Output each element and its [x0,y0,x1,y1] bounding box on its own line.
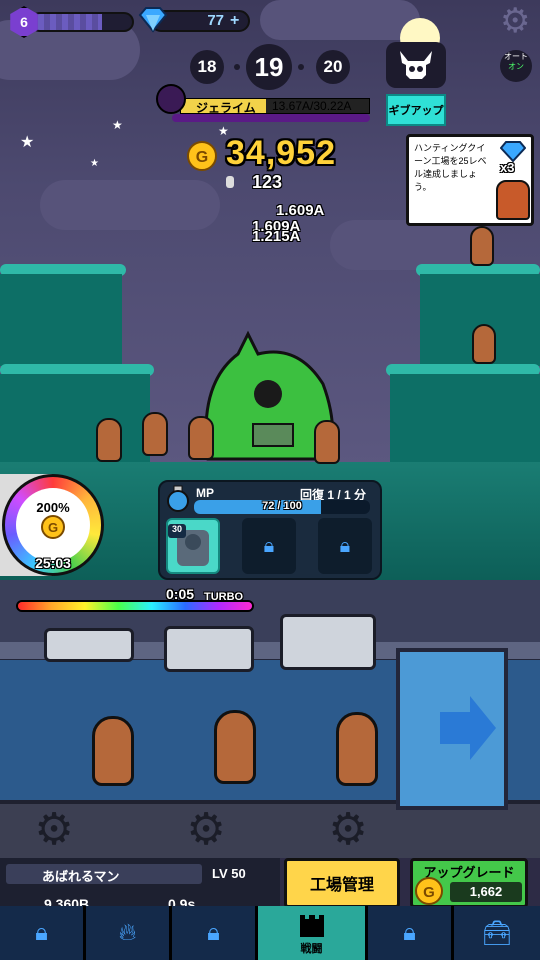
lock-icon: 🔒︎ [403,919,416,946]
gem-icon [500,141,526,162]
skill-slot-3-locked[interactable]: 🔒︎ [318,518,372,574]
lock-icon: 🔒︎ [207,919,220,946]
gem-icon [138,7,168,33]
archer-unit [470,226,494,266]
right-arrow-icon [440,696,496,760]
gear-icon: ⚙ [186,805,226,854]
mp-label: MP [196,486,214,500]
warrior-unit [188,416,214,460]
svg-text:G: G [423,884,435,901]
damage-popup: 1.215A [252,228,301,245]
warrior-unit [96,418,122,462]
quest-reward-multiplier: x3 [500,160,515,175]
svg-text:G: G [48,520,58,535]
coin-icon: G [415,877,443,905]
quest-text: ハンティングクイーン工場を25レベル達成しましょう。 [414,143,487,192]
platform [0,374,150,462]
boss-hp-text: 13.67A/30.22A [272,99,352,113]
quest-character-portrait [496,180,530,220]
nav-tab-locked-3[interactable]: 🔒︎ [368,906,454,960]
factory-worker [214,710,256,784]
castle-icon [299,914,324,937]
star-icon: ★ [20,134,35,151]
platform [0,274,122,366]
auto-label-bottom: オン [508,62,524,71]
settings-gear-icon[interactable]: ⚙ [500,4,534,38]
buff-timer: 25:03 [35,555,71,571]
factory-exit-door [396,648,508,810]
factory-worker [92,716,134,786]
character-level: LV 50 [212,866,246,881]
coin-count: 34,952 [226,134,336,172]
cloud [260,0,420,40]
skill-level-badge: 30 [168,524,186,538]
cloud [40,180,220,230]
stage-dot [298,64,304,70]
star-icon: ★ [90,158,99,169]
platform [390,374,540,462]
nav-tab-locked-1[interactable]: 🔒︎ [0,906,86,960]
coin-icon: G [41,515,65,539]
nav-tab-chest[interactable]: 🧰︎ [454,906,540,960]
gear-icon: ⚙ [34,805,74,854]
boss-avatar-icon [156,84,186,114]
xp-bar [30,12,134,32]
xp-fill [32,14,102,30]
svg-text:G: G [196,149,208,166]
lock-icon: 🔒︎ [339,534,351,557]
auto-toggle-label: オート オン [498,52,534,72]
character-name: あばれるマン [42,869,120,884]
factory-worker [336,712,378,786]
add-gems-button[interactable]: + [230,12,239,30]
factory-machine-press[interactable] [280,614,376,670]
archer-unit [472,324,496,364]
horned-skull-icon [400,51,432,79]
buff-percent: 200% [36,500,70,515]
warrior-unit [314,420,340,464]
nav-label-battle: 戦闘 [300,942,323,955]
stage-dot [234,64,240,70]
mp-flask-icon [167,485,189,512]
cloud [330,220,490,270]
fire-icon: 🔥︎ [118,919,137,946]
boss-hp-bar [172,114,370,122]
stage-next[interactable]: 20 [316,50,350,84]
population-icon [226,176,234,188]
chest-icon: 🧰︎ [481,919,513,947]
factory-machine-hopper[interactable] [44,628,134,662]
factory-management-button[interactable]: 工場管理 [284,858,400,908]
gear-icon: ⚙ [328,805,368,854]
skill-slot-2-locked[interactable]: 🔒︎ [242,518,296,574]
upgrade-cost: 1,662 [450,882,522,902]
nav-tab-fire[interactable]: 🔥︎ [86,906,172,960]
bottom-navigation: 🔒︎ 🔥︎ 🔒︎ 戦闘 🔒︎ 🧰︎ [0,906,540,960]
lock-icon: 🔒︎ [263,534,275,557]
stage-previous[interactable]: 18 [190,50,224,84]
auto-label-top: オート [504,52,528,61]
stage-current: 19 [246,44,292,90]
star-icon: ★ [112,118,123,132]
give-up-button[interactable]: ギブアップ [386,94,446,126]
coin-icon: G [187,141,217,171]
gem-count: 77 [207,12,224,29]
warrior-unit [142,412,168,456]
turbo-fill [18,602,252,610]
lock-icon: 🔒︎ [35,919,48,946]
boss-skull-button[interactable] [386,42,446,88]
nav-tab-battle[interactable]: 戦闘 [258,906,368,960]
nav-tab-locked-2[interactable]: 🔒︎ [172,906,258,960]
population-count: 123 [252,172,283,192]
damage-popup: 1.609A [276,202,325,219]
factory-machine-claw[interactable] [164,626,254,672]
turbo-bar[interactable] [16,600,254,612]
mp-value: 72 / 100 [262,500,302,512]
